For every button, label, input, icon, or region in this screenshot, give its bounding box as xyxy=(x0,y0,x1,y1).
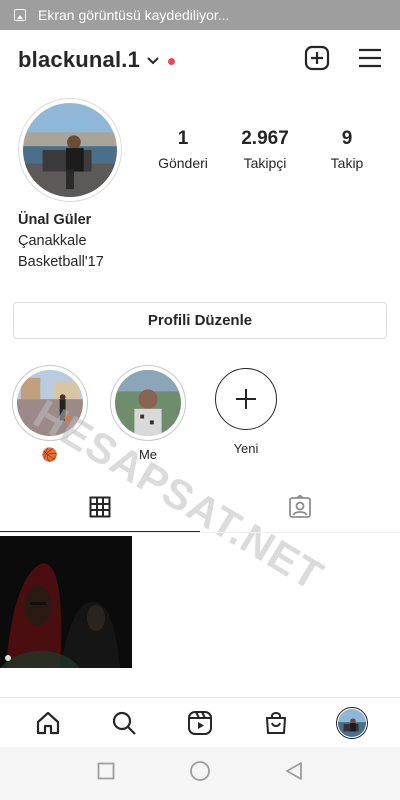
top-bar: blackunal.1 xyxy=(0,40,400,80)
profile-avatar-nav[interactable] xyxy=(332,703,372,743)
bio-line: Basketball'17 xyxy=(18,254,104,270)
shop-icon[interactable] xyxy=(256,703,296,743)
grid-icon xyxy=(89,496,111,523)
tagged-icon xyxy=(288,494,312,524)
stat-following[interactable]: 9 Takip xyxy=(306,128,388,171)
plus-icon xyxy=(215,368,277,430)
stat-label: Gönderi xyxy=(158,155,208,171)
search-icon[interactable] xyxy=(104,703,144,743)
posts-grid xyxy=(0,536,400,668)
highlight-ring xyxy=(12,365,88,441)
home-circle-icon[interactable] xyxy=(189,760,211,787)
stat-followers[interactable]: 2.967 Takipçi xyxy=(224,128,306,171)
highlight-item[interactable]: Me xyxy=(110,365,186,463)
home-icon[interactable] xyxy=(28,703,68,743)
bottom-nav xyxy=(0,697,400,747)
post-thumbnail[interactable] xyxy=(0,536,132,668)
status-notification: Ekran görüntüsü kaydediliyor... xyxy=(38,7,230,23)
story-highlights: 🏀 Me Yeni xyxy=(12,365,284,463)
stat-label: Takipçi xyxy=(243,155,287,171)
username-title[interactable]: blackunal.1 xyxy=(18,47,140,73)
hamburger-menu-icon[interactable] xyxy=(358,48,382,73)
plus-square-icon[interactable] xyxy=(304,45,330,76)
image-icon xyxy=(14,9,26,21)
back-icon[interactable] xyxy=(285,761,303,786)
system-nav-bar xyxy=(0,747,400,800)
bio-line: Çanakkale xyxy=(18,233,87,249)
stat-value: 1 xyxy=(177,128,189,149)
tab-grid[interactable] xyxy=(0,487,200,532)
new-highlight[interactable]: Yeni xyxy=(208,365,284,463)
avatar xyxy=(336,706,368,739)
reels-icon[interactable] xyxy=(180,703,220,743)
recents-icon[interactable] xyxy=(97,762,115,785)
profile-header: 1 Gönderi 2.967 Takipçi 9 Takip xyxy=(18,98,388,208)
highlight-cover xyxy=(115,370,181,436)
stat-value: 2.967 xyxy=(241,128,289,149)
stat-label: Takip xyxy=(330,155,364,171)
status-bar: Ekran görüntüsü kaydediliyor... xyxy=(0,0,400,30)
profile-stats: 1 Gönderi 2.967 Takipçi 9 Takip xyxy=(142,128,388,171)
edit-profile-button[interactable]: Profili Düzenle xyxy=(13,302,387,339)
profile-bio: Ünal Güler Çanakkale Basketball'17 xyxy=(18,210,104,273)
profile-tabs xyxy=(0,487,400,533)
tab-tagged[interactable] xyxy=(200,487,400,532)
highlight-item[interactable]: 🏀 xyxy=(12,365,88,463)
highlight-label: Me xyxy=(138,447,158,462)
highlight-ring xyxy=(110,365,186,441)
stat-value: 9 xyxy=(341,128,353,149)
highlight-cover xyxy=(17,370,83,436)
avatar-photo xyxy=(23,103,117,197)
profile-name: Ünal Güler xyxy=(18,212,92,228)
live-dot xyxy=(168,57,176,65)
stat-posts[interactable]: 1 Gönderi xyxy=(142,128,224,171)
profile-avatar[interactable] xyxy=(18,98,122,202)
highlight-label: 🏀 xyxy=(41,447,59,462)
chevron-down-icon[interactable] xyxy=(146,53,160,71)
highlight-label: Yeni xyxy=(233,441,259,456)
